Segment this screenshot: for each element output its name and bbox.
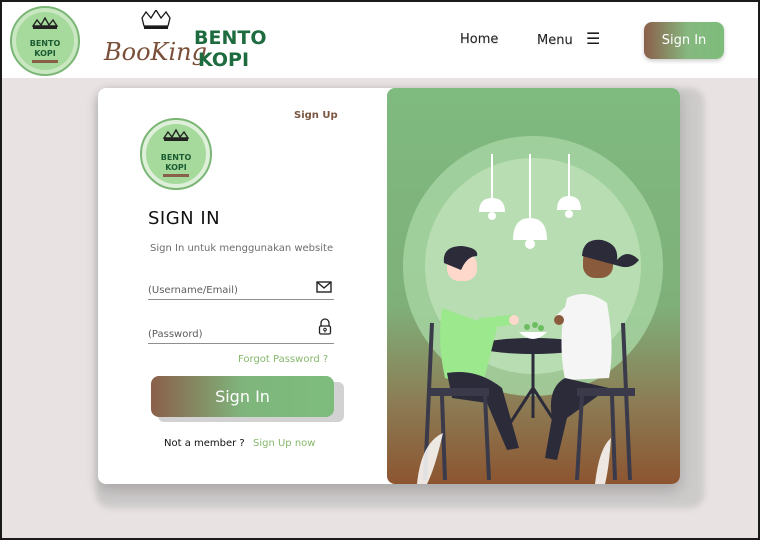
signup-link-top[interactable]: Sign Up xyxy=(294,110,338,121)
hamburger-icon[interactable]: ☰ xyxy=(586,29,600,48)
header-signin-button[interactable]: Sign In xyxy=(644,22,724,59)
password-field xyxy=(148,318,334,345)
app-frame: BENTO KOPI BooKing BENTO KOPI Home Menu … xyxy=(0,0,760,540)
nav-menu-link[interactable]: Menu xyxy=(537,33,573,48)
not-member-text: Not a member ? xyxy=(164,438,245,449)
login-card: Sign Up BENTO KOPI SIGN IN Sign In untuk… xyxy=(98,88,680,484)
page-title: SIGN IN xyxy=(148,208,221,229)
card-logo-icon: BENTO KOPI xyxy=(140,118,212,190)
crown-icon xyxy=(141,10,171,29)
password-input[interactable] xyxy=(148,324,308,345)
brand-word-kopi: KOPI xyxy=(198,49,249,71)
brand-logo[interactable]: BooKing BENTO KOPI xyxy=(102,10,272,74)
badge-text-bottom: KOPI xyxy=(34,49,56,58)
logo-badge-icon[interactable]: BENTO KOPI xyxy=(10,6,80,76)
username-input[interactable] xyxy=(148,280,308,301)
lock-icon xyxy=(318,318,332,335)
username-field xyxy=(148,278,334,301)
cafe-illustration xyxy=(387,88,680,484)
mail-icon xyxy=(316,281,332,293)
brand-word-booking: BooKing xyxy=(103,38,207,66)
signin-button[interactable]: Sign In xyxy=(151,376,334,417)
page-subtitle: Sign In untuk menggunakan website xyxy=(150,243,334,254)
forgot-password-link[interactable]: Forgot Password ? xyxy=(238,354,328,365)
header: BENTO KOPI BooKing BENTO KOPI Home Menu … xyxy=(2,2,758,78)
card-badge-text-bottom: KOPI xyxy=(165,163,187,172)
nav-home-link[interactable]: Home xyxy=(460,32,498,47)
badge-text-top: BENTO xyxy=(30,39,61,48)
brand-word-bento: BENTO xyxy=(194,27,266,49)
card-badge-text-top: BENTO xyxy=(161,153,192,162)
signup-now-link[interactable]: Sign Up now xyxy=(253,438,315,449)
